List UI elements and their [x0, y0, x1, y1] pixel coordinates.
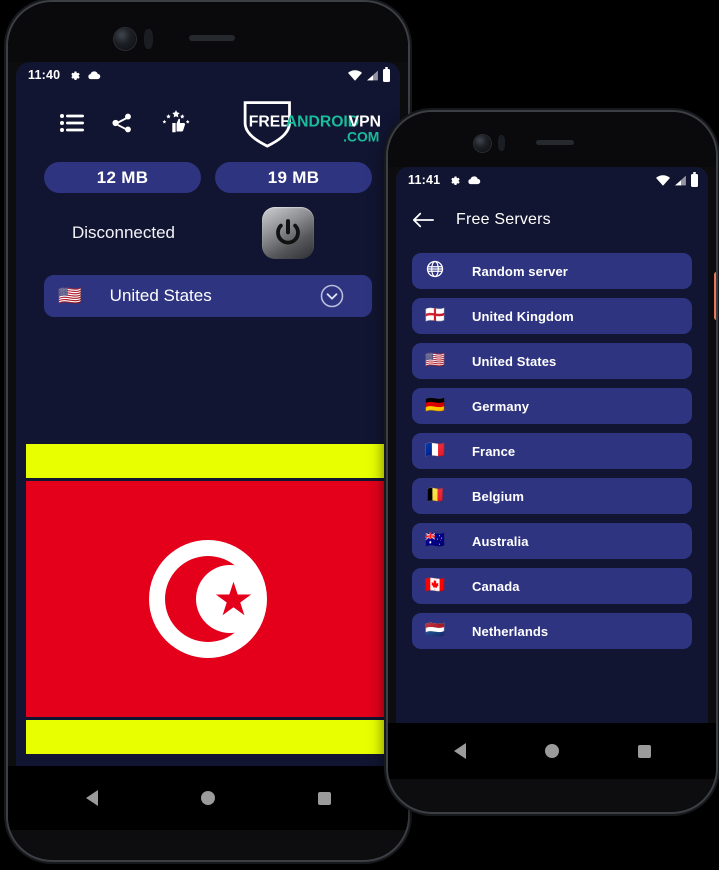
wifi-icon	[656, 174, 670, 186]
page-title: Free Servers	[456, 211, 551, 228]
share-icon[interactable]	[110, 112, 134, 134]
download-usage-pill[interactable]: 12 MB	[44, 162, 201, 193]
signal-icon	[367, 70, 378, 80]
server-name: Random server	[472, 263, 568, 279]
globe-icon	[426, 260, 444, 278]
logo-com: .COM	[343, 129, 379, 145]
nav-home-button[interactable]	[200, 791, 215, 805]
phone-device-left: 11:40 FREE ANDROID VPN .COM 12 MB 19 MB …	[8, 2, 408, 860]
server-list-item[interactable]: 🇫🇷 France	[412, 433, 692, 469]
rate-icon[interactable]	[160, 110, 192, 136]
server-flag-icon	[424, 260, 446, 282]
server-list-item[interactable]: 🇺🇸 United States	[412, 343, 692, 379]
nav-back-button[interactable]	[85, 790, 98, 806]
server-flag-icon: 🏴󠁧󠁢󠁥󠁮󠁧󠁿	[425, 307, 445, 324]
server-list: Random server 🏴󠁧󠁢󠁥󠁮󠁧󠁿 United Kingdom 🇺🇸 Unit…	[396, 247, 708, 649]
server-list-item[interactable]: 🇦🇺 Australia	[412, 523, 692, 559]
selected-server-name: United States	[109, 286, 212, 305]
phone2-screen: 11:41	[396, 167, 708, 767]
server-list-item[interactable]: 🏴󠁧󠁢󠁥󠁮󠁧󠁿 United Kingdom	[412, 298, 692, 334]
cloud-icon	[468, 176, 481, 185]
phone1-navbar-area	[8, 766, 408, 830]
free-servers-screen: Free Servers Random server 🏴󠁧󠁢󠁥󠁮󠁧󠁿 United …	[396, 193, 708, 767]
power-toggle-button[interactable]	[262, 207, 314, 259]
earpiece-speaker	[536, 140, 574, 145]
status-right-icons	[348, 66, 390, 82]
earpiece-speaker	[189, 35, 235, 41]
server-flag-icon: 🇫🇷	[425, 442, 445, 459]
freeandroidvpn-logo-icon: FREE ANDROID VPN .COM	[243, 101, 381, 148]
server-name: United States	[472, 353, 557, 369]
phone-device-right: 11:41	[388, 112, 716, 812]
app-toolbar: FREE ANDROID VPN .COM	[16, 88, 400, 158]
phone2-top-bezel	[388, 112, 716, 167]
screenshot-stage: 11:40 FREE ANDROID VPN .COM 12 MB 19 MB …	[0, 0, 719, 870]
logo-free: FREE	[249, 114, 291, 131]
nav-recents-button[interactable]	[317, 791, 331, 805]
nav-home-button[interactable]	[544, 744, 559, 758]
server-list-item[interactable]: 🇩🇪 Germany	[412, 388, 692, 424]
app-logo: FREE ANDROID VPN .COM	[234, 97, 382, 149]
server-name: Germany	[472, 398, 530, 414]
front-camera-icon	[474, 135, 491, 152]
list-icon[interactable]	[60, 113, 84, 133]
server-list-item[interactable]: 🇳🇱 Netherlands	[412, 613, 692, 649]
phone1-status-bar: 11:40	[16, 62, 400, 88]
battery-icon	[691, 171, 698, 187]
connection-status-row: Disconnected	[16, 207, 400, 259]
battery-icon	[383, 66, 390, 82]
server-selector[interactable]: 🇺🇸 United States	[44, 275, 372, 317]
server-name: Canada	[472, 578, 520, 594]
selected-server-flag-icon: 🇺🇸	[58, 285, 82, 307]
server-name: Netherlands	[472, 623, 549, 639]
status-right-icons	[656, 171, 698, 187]
signal-icon	[675, 175, 686, 185]
server-list-item[interactable]: 🇨🇦 Canada	[412, 568, 692, 604]
proximity-sensor-icon	[144, 29, 153, 49]
power-icon	[276, 219, 300, 245]
server-flag-icon: 🇦🇺	[425, 532, 445, 549]
star-icon: ★	[212, 573, 255, 625]
gear-icon	[451, 176, 460, 185]
phone1-screen: 11:40 FREE ANDROID VPN .COM 12 MB 19 MB …	[16, 62, 400, 796]
data-usage-row: 12 MB 19 MB	[16, 162, 400, 193]
nav-recents-button[interactable]	[637, 744, 651, 758]
status-time: 11:40	[28, 68, 61, 82]
ad-banner-top-bar	[26, 444, 390, 478]
nav-back-button[interactable]	[453, 743, 466, 759]
upload-usage-pill[interactable]: 19 MB	[215, 162, 372, 193]
server-name: Australia	[472, 533, 529, 549]
ad-banner-field: ★	[26, 481, 390, 717]
front-camera-icon	[114, 28, 136, 50]
connection-status-text: Disconnected	[72, 223, 176, 242]
free-servers-appbar: Free Servers	[396, 193, 708, 247]
server-name: Belgium	[472, 488, 524, 504]
chevron-down-icon[interactable]	[320, 284, 344, 308]
server-name: United Kingdom	[472, 308, 574, 324]
power-side-button[interactable]	[714, 272, 716, 320]
gear-icon	[71, 71, 80, 80]
cloud-icon	[88, 71, 101, 80]
proximity-sensor-icon	[498, 135, 505, 151]
phone1-top-bezel	[8, 2, 408, 62]
server-name: France	[472, 443, 516, 459]
server-flag-icon: 🇩🇪	[425, 397, 445, 414]
server-flag-icon: 🇳🇱	[425, 622, 445, 639]
ad-banner-flag[interactable]: ★	[26, 444, 390, 754]
wifi-icon	[348, 69, 362, 81]
server-flag-icon: 🇺🇸	[425, 352, 445, 369]
server-flag-icon: 🇧🇪	[425, 487, 445, 504]
server-list-item[interactable]: 🇧🇪 Belgium	[412, 478, 692, 514]
ad-banner-bottom-bar	[26, 720, 390, 754]
back-arrow-icon[interactable]	[412, 210, 434, 230]
phone2-status-bar: 11:41	[396, 167, 708, 193]
server-flag-icon: 🇨🇦	[425, 577, 445, 594]
status-time: 11:41	[408, 173, 441, 187]
vpn-app-home: FREE ANDROID VPN .COM 12 MB 19 MB Discon…	[16, 88, 400, 796]
server-list-item[interactable]: Random server	[412, 253, 692, 289]
phone2-navbar-area	[388, 723, 716, 779]
